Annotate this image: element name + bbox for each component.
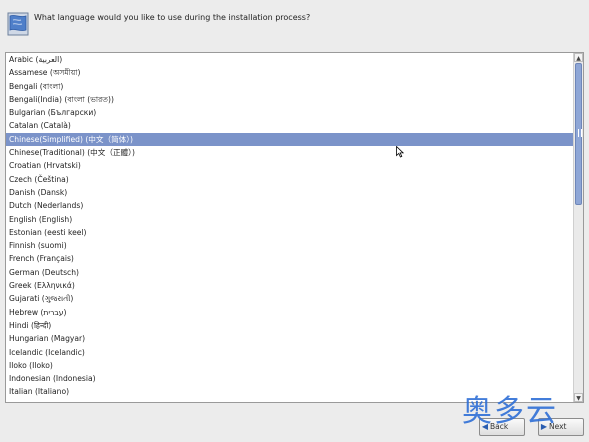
page-title: What language would you like to use duri… bbox=[34, 13, 311, 22]
list-item[interactable]: Indonesian (Indonesia) bbox=[6, 372, 573, 385]
list-item[interactable]: Danish (Dansk) bbox=[6, 186, 573, 199]
list-item[interactable]: French (Français) bbox=[6, 252, 573, 265]
list-item[interactable]: Estonian (eesti keel) bbox=[6, 226, 573, 239]
list-item[interactable]: Hebrew (עברית) bbox=[6, 306, 573, 319]
header: What language would you like to use duri… bbox=[0, 0, 589, 50]
scrollbar-thumb[interactable] bbox=[575, 63, 582, 205]
globe-flag-icon bbox=[7, 12, 29, 36]
list-item[interactable]: Hungarian (Magyar) bbox=[6, 332, 573, 345]
thumb-grip bbox=[578, 129, 582, 137]
mouse-pointer-icon bbox=[396, 146, 404, 158]
list-item[interactable]: Chinese(Traditional) (中文（正體）) bbox=[6, 146, 573, 159]
list-item[interactable]: Czech (Čeština) bbox=[6, 173, 573, 186]
watermark-logo: 奥多云 bbox=[462, 394, 558, 429]
list-item[interactable]: Dutch (Nederlands) bbox=[6, 199, 573, 212]
list-item[interactable]: Iloko (Iloko) bbox=[6, 359, 573, 372]
vertical-scrollbar[interactable]: ▲ ▼ bbox=[573, 53, 583, 402]
list-item[interactable]: Assamese (অসমীয়া) bbox=[6, 66, 573, 79]
list-item[interactable]: English (English) bbox=[6, 213, 573, 226]
scroll-up-arrow-icon[interactable]: ▲ bbox=[574, 53, 583, 62]
list-item[interactable]: German (Deutsch) bbox=[6, 266, 573, 279]
language-list-viewport[interactable]: Arabic (العربية) Assamese (অসমীয়া) Bengal… bbox=[6, 53, 573, 402]
list-item[interactable]: Chinese(Simplified) (中文（简体）) bbox=[6, 132, 573, 147]
list-item[interactable]: Croatian (Hrvatski) bbox=[6, 159, 573, 172]
list-item[interactable]: Icelandic (Icelandic) bbox=[6, 346, 573, 359]
list-item[interactable]: Finnish (suomi) bbox=[6, 239, 573, 252]
language-list[interactable]: Arabic (العربية) Assamese (অসমীয়া) Bengal… bbox=[5, 52, 584, 403]
list-item[interactable]: Bengali(India) (বাংলা (ভারত)) bbox=[6, 93, 573, 106]
list-item[interactable]: Bengali (বাংলা) bbox=[6, 80, 573, 93]
list-item[interactable]: Gujarati (ગુજરાતી) bbox=[6, 292, 573, 305]
list-item[interactable]: Hindi (हिन्दी) bbox=[6, 319, 573, 332]
list-item[interactable]: Arabic (العربية) bbox=[6, 53, 573, 66]
list-item[interactable]: Bulgarian (Български) bbox=[6, 106, 573, 119]
list-item[interactable]: Catalan (Català) bbox=[6, 119, 573, 132]
list-item[interactable]: Greek (Ελληνικά) bbox=[6, 279, 573, 292]
